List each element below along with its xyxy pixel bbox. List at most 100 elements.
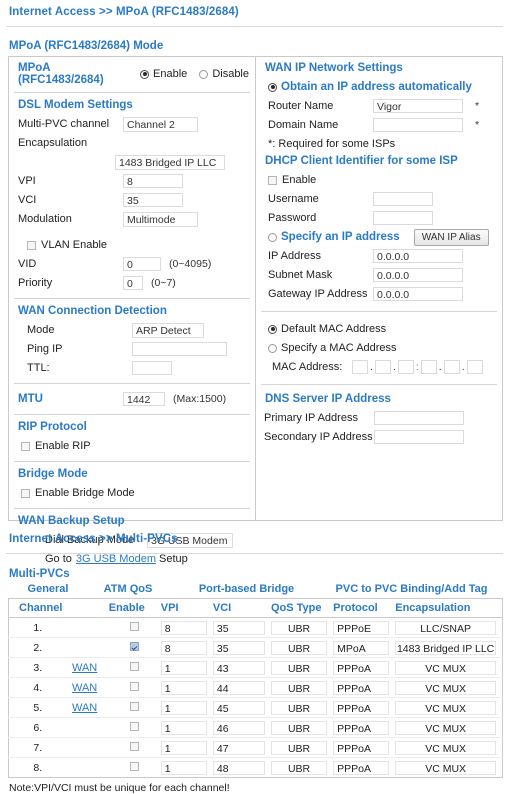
cell-vpi[interactable]: 1: [160, 677, 213, 698]
cell-vci[interactable]: 47: [212, 737, 271, 758]
row-enable-checkbox[interactable]: [130, 761, 140, 771]
cell-vci-value[interactable]: 48: [212, 760, 265, 775]
vpi-input[interactable]: 8: [123, 174, 183, 188]
wan-ip-alias-button[interactable]: WAN IP Alias: [413, 228, 489, 246]
enable-bridge-mode-row[interactable]: Enable Bridge Mode: [15, 484, 249, 502]
mpoa-disable-radio[interactable]: [199, 69, 209, 79]
enable-bridge-mode-checkbox[interactable]: [21, 488, 30, 498]
cell-wan-link[interactable]: WAN: [60, 677, 109, 698]
modulation-select[interactable]: Multimode: [123, 211, 198, 227]
mpoa-enable-radio[interactable]: [140, 69, 150, 79]
tab-port-based-bridge[interactable]: Port-based Bridge: [169, 583, 324, 595]
specify-ip-radio[interactable]: [268, 232, 277, 242]
wan-link[interactable]: WAN: [72, 682, 97, 694]
cell-vpi-value[interactable]: 1: [160, 700, 207, 715]
mac-octet-6[interactable]: [466, 360, 483, 374]
wan-link[interactable]: WAN: [72, 702, 97, 714]
secondary-dns-input[interactable]: [374, 430, 464, 444]
cell-vci-value[interactable]: 35: [212, 640, 265, 655]
cell-vci[interactable]: 46: [212, 717, 271, 738]
ttl-input[interactable]: [132, 361, 172, 375]
cell-vci-value[interactable]: 45: [212, 700, 265, 715]
dhcp-enable-row[interactable]: Enable: [262, 171, 496, 189]
ping-ip-input[interactable]: [132, 342, 227, 356]
cell-vci[interactable]: 35: [212, 637, 271, 658]
cell-vci[interactable]: 43: [212, 657, 271, 678]
row-enable-checkbox[interactable]: [130, 681, 140, 691]
specify-ip-row[interactable]: Specify an IP address WAN IP Alias: [262, 228, 496, 246]
row-enable-checkbox[interactable]: [130, 701, 140, 711]
cell-vpi[interactable]: 1: [160, 758, 213, 778]
tab-pvc-binding[interactable]: PVC to PVC Binding/Add Tag: [324, 583, 499, 595]
vci-input[interactable]: 35: [123, 193, 183, 207]
mtu-input[interactable]: 1442: [123, 392, 165, 406]
cell-enable[interactable]: [108, 617, 161, 638]
cell-vci-value[interactable]: 43: [212, 660, 265, 675]
cell-vci[interactable]: 44: [212, 677, 271, 698]
cell-vci-value[interactable]: 44: [212, 680, 265, 695]
domain-name-input[interactable]: [373, 118, 463, 132]
dhcp-enable-checkbox[interactable]: [268, 175, 277, 185]
row-enable-checkbox[interactable]: [130, 721, 140, 731]
specify-mac-row[interactable]: Specify a MAC Address: [262, 339, 496, 357]
cell-vpi-value[interactable]: 1: [160, 680, 207, 695]
cell-vpi-value[interactable]: 1: [160, 720, 207, 735]
vlan-enable-row[interactable]: VLAN Enable: [15, 236, 249, 254]
enable-rip-checkbox[interactable]: [21, 441, 30, 451]
default-mac-row[interactable]: Default MAC Address: [262, 320, 496, 338]
tab-atm-qos[interactable]: ATM QoS: [87, 583, 169, 595]
row-enable-checkbox[interactable]: [130, 661, 140, 671]
encapsulation-select[interactable]: 1483 Bridged IP LLC: [115, 154, 225, 170]
cell-enable[interactable]: [109, 758, 161, 778]
cell-vci[interactable]: 35: [212, 617, 271, 638]
mac-octet-4[interactable]: [420, 360, 437, 374]
specify-mac-radio[interactable]: [268, 343, 277, 353]
row-enable-checkbox[interactable]: [130, 621, 140, 631]
cell-enable[interactable]: [108, 677, 161, 698]
cell-vpi-value[interactable]: 8: [160, 620, 207, 635]
mac-octet-1[interactable]: [352, 360, 368, 374]
cell-vpi[interactable]: 8: [160, 617, 213, 638]
priority-input[interactable]: 0: [123, 276, 143, 290]
cell-wan-link[interactable]: WAN: [60, 697, 109, 718]
cell-vpi-value[interactable]: 8: [160, 640, 207, 655]
mac-octet-5[interactable]: [443, 360, 460, 374]
cell-vci-value[interactable]: 46: [212, 720, 265, 735]
router-name-input[interactable]: Vigor: [373, 99, 463, 113]
dhcp-username-input[interactable]: [373, 192, 433, 206]
enable-rip-row[interactable]: Enable RIP: [15, 437, 249, 455]
row-enable-checkbox[interactable]: [130, 641, 140, 651]
3g-usb-modem-link[interactable]: 3G USB Modem: [76, 553, 156, 565]
mac-octet-2[interactable]: [374, 360, 391, 374]
cell-vpi-value[interactable]: 1: [160, 760, 207, 775]
cell-vpi-value[interactable]: 1: [160, 740, 207, 755]
cell-vci[interactable]: 45: [212, 697, 271, 718]
cell-enable[interactable]: [108, 637, 161, 658]
row-enable-checkbox[interactable]: [130, 741, 140, 751]
cell-vpi[interactable]: 1: [160, 717, 213, 738]
mac-octet-3[interactable]: [397, 360, 414, 374]
cell-enable[interactable]: [108, 737, 161, 758]
primary-dns-input[interactable]: [374, 411, 464, 425]
dhcp-password-input[interactable]: [373, 211, 433, 225]
obtain-ip-auto-row[interactable]: Obtain an IP address automatically: [262, 78, 496, 96]
multi-pvc-channel-select[interactable]: Channel 2: [123, 116, 198, 132]
cell-vpi-value[interactable]: 1: [160, 660, 207, 675]
gateway-ip-input[interactable]: 0.0.0.0: [373, 287, 463, 301]
cell-enable[interactable]: [108, 657, 161, 678]
cell-vpi[interactable]: 8: [160, 637, 213, 658]
cell-vpi[interactable]: 1: [160, 697, 213, 718]
default-mac-radio[interactable]: [268, 324, 277, 334]
ip-address-input[interactable]: 0.0.0.0: [373, 249, 463, 263]
detect-mode-select[interactable]: ARP Detect: [132, 322, 204, 338]
cell-vpi[interactable]: 1: [160, 657, 213, 678]
cell-enable[interactable]: [108, 697, 161, 718]
tab-general[interactable]: General: [9, 583, 87, 595]
subnet-mask-input[interactable]: 0.0.0.0: [373, 268, 463, 282]
cell-vci-value[interactable]: 47: [212, 740, 265, 755]
cell-wan-link[interactable]: WAN: [60, 657, 109, 678]
cell-vpi[interactable]: 1: [160, 737, 213, 758]
cell-enable[interactable]: [108, 717, 161, 738]
vid-input[interactable]: 0: [123, 257, 161, 271]
wan-link[interactable]: WAN: [72, 662, 97, 674]
